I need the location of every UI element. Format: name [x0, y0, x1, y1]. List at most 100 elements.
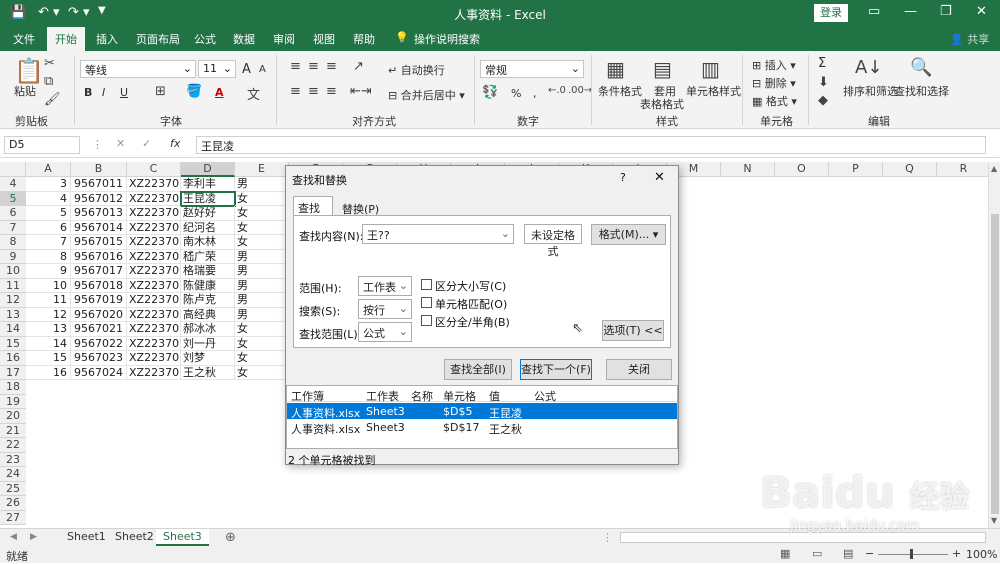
column-header[interactable]: O [775, 162, 829, 177]
find-what-input[interactable]: 王?? ⌄ [362, 224, 514, 244]
column-header[interactable]: R [937, 162, 991, 177]
column-header[interactable]: C [127, 162, 181, 177]
borders-icon[interactable]: ⊞ [155, 84, 166, 99]
wrap-text-button[interactable]: ↵ 自动换行 [388, 62, 445, 78]
currency-icon[interactable]: 💱 [482, 85, 498, 100]
grid-cell[interactable]: 女 [235, 191, 289, 206]
row-header[interactable]: 8 [0, 235, 26, 250]
grid-cell[interactable]: 女 [235, 322, 289, 337]
format-table-icon[interactable]: ▤ [653, 57, 672, 81]
results-column-header[interactable]: 公式 [534, 388, 556, 404]
search-order-select[interactable]: 按行 ⌄ [358, 299, 412, 319]
cell-styles-icon[interactable]: ▥ [701, 57, 720, 81]
grid-cell[interactable]: 15 [26, 351, 71, 366]
match-cell-checkbox[interactable] [421, 297, 432, 308]
grid-cell[interactable]: 9567022 [71, 336, 127, 351]
grid-cell[interactable]: 男 [235, 293, 289, 308]
results-column-header[interactable]: 工作表 [366, 388, 399, 404]
delete-cells-button[interactable]: ⊟ 删除 ▾ [752, 75, 796, 91]
font-name-select[interactable]: 等线 ⌄ [80, 60, 196, 78]
add-sheet-icon[interactable]: ⊕ [225, 530, 236, 545]
enter-icon[interactable]: ✓ [142, 137, 151, 150]
comma-button[interactable]: , [533, 87, 537, 100]
grid-cell[interactable]: 4 [26, 191, 71, 206]
grid-cell[interactable]: 男 [235, 278, 289, 293]
format-button[interactable]: 格式(M)... ▾ [591, 224, 666, 245]
grid-cell[interactable]: XZ223702 [127, 322, 181, 337]
grid-cell[interactable]: 16 [26, 365, 71, 380]
row-header[interactable]: 5 [0, 191, 26, 206]
zoom-slider-thumb[interactable] [910, 549, 913, 559]
tab-page-layout[interactable]: 页面布局 [136, 31, 180, 47]
cancel-icon[interactable]: ✕ [116, 137, 125, 150]
restore-icon[interactable]: ❐ [940, 4, 952, 19]
row-header[interactable]: 27 [0, 510, 26, 525]
grow-font-icon[interactable]: A [242, 62, 251, 77]
column-header[interactable]: P [829, 162, 883, 177]
results-column-header[interactable]: 名称 [411, 388, 433, 404]
results-column-header[interactable]: 工作簿 [291, 388, 324, 404]
row-header[interactable]: 6 [0, 206, 26, 221]
page-break-view-icon[interactable]: ▤ [843, 547, 853, 560]
scroll-up-icon[interactable]: ▲ [991, 164, 997, 173]
row-header[interactable]: 22 [0, 438, 26, 453]
format-painter-icon[interactable]: 🖌 [44, 92, 61, 107]
insert-function-button[interactable]: fx [170, 137, 180, 150]
row-header[interactable]: 7 [0, 220, 26, 235]
tab-home[interactable]: 开始 [47, 27, 85, 51]
sort-filter-button[interactable]: 排序和筛选 [843, 83, 898, 99]
grid-cell[interactable]: 7 [26, 235, 71, 250]
grid-cell[interactable]: 9567018 [71, 278, 127, 293]
ribbon-display-icon[interactable]: ▭ [868, 4, 880, 19]
page-layout-view-icon[interactable]: ▭ [812, 547, 822, 560]
column-header[interactable]: E [235, 162, 289, 177]
insert-cells-button[interactable]: ⊞ 插入 ▾ [752, 57, 796, 73]
tab-insert[interactable]: 插入 [96, 31, 118, 47]
zoom-in-icon[interactable]: + [952, 547, 961, 560]
grid-cell[interactable]: 女 [235, 235, 289, 250]
grid-cell[interactable]: 6 [26, 220, 71, 235]
cell-styles-button[interactable]: 单元格样式 [686, 83, 741, 99]
grid-cell[interactable]: XZ223702 [127, 351, 181, 366]
cut-icon[interactable]: ✂ [44, 56, 55, 71]
grid-cell[interactable]: 女 [235, 206, 289, 221]
formula-input[interactable]: 王昆凌 [196, 136, 986, 154]
grid-cell[interactable]: 9567019 [71, 293, 127, 308]
normal-view-icon[interactable]: ▦ [780, 547, 790, 560]
conditional-format-button[interactable]: 条件格式 [598, 83, 642, 99]
underline-button[interactable]: U [120, 86, 128, 99]
options-button[interactable]: 选项(T) << [602, 320, 664, 341]
row-header[interactable]: 21 [0, 423, 26, 438]
match-case-checkbox[interactable] [421, 279, 432, 290]
zoom-slider[interactable] [878, 554, 948, 555]
grid-cell[interactable]: 14 [26, 336, 71, 351]
fill-icon[interactable]: ⬇ [818, 75, 829, 90]
grid-cell[interactable]: 5 [26, 206, 71, 221]
row-header[interactable]: 9 [0, 249, 26, 264]
grid-cell[interactable]: 陈健康 [181, 278, 235, 293]
close-icon[interactable]: ✕ [654, 170, 665, 185]
tab-file[interactable]: 文件 [13, 31, 35, 47]
results-column-header[interactable]: 值 [489, 388, 500, 404]
conditional-format-icon[interactable]: ▦ [606, 57, 625, 81]
paste-button[interactable]: 粘贴 [14, 83, 36, 99]
row-header[interactable]: 12 [0, 293, 26, 308]
zoom-out-icon[interactable]: − [865, 547, 874, 560]
grid-cell[interactable]: 9567015 [71, 235, 127, 250]
row-header[interactable]: 10 [0, 264, 26, 279]
share-button[interactable]: 👤 共享 [950, 31, 989, 47]
sheet-tab-sheet3[interactable]: Sheet3 [156, 529, 209, 546]
grid-cell[interactable]: 12 [26, 307, 71, 322]
grid-cell[interactable]: 南木林 [181, 235, 235, 250]
column-header[interactable]: A [26, 162, 71, 177]
clear-icon[interactable]: ◆ [818, 93, 828, 108]
column-header[interactable]: N [721, 162, 775, 177]
row-header[interactable]: 16 [0, 351, 26, 366]
grid-cell[interactable]: 9567016 [71, 249, 127, 264]
phonetic-icon[interactable]: 文 [247, 84, 260, 103]
shrink-font-icon[interactable]: A [259, 64, 266, 75]
row-header[interactable]: 14 [0, 322, 26, 337]
row-header[interactable]: 15 [0, 336, 26, 351]
grid-cell[interactable]: XZ223701 [127, 220, 181, 235]
grid-cell[interactable]: 11 [26, 293, 71, 308]
